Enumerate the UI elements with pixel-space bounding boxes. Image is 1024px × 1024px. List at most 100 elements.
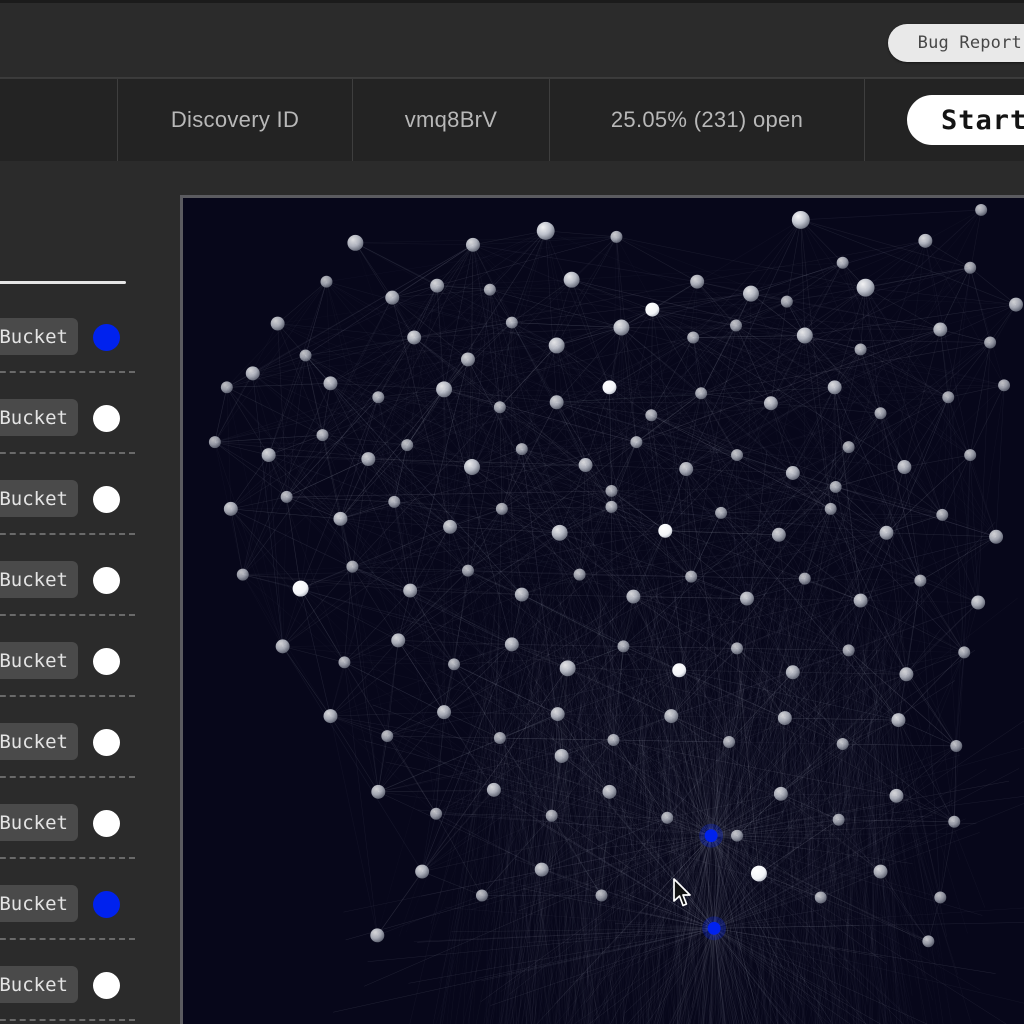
- graph-node[interactable]: [415, 864, 430, 879]
- graph-node[interactable]: [407, 330, 422, 345]
- graph-node[interactable]: [536, 221, 555, 240]
- graph-node[interactable]: [664, 709, 679, 724]
- network-graph[interactable]: [183, 198, 1024, 1024]
- graph-node[interactable]: [743, 285, 759, 302]
- graph-node[interactable]: [437, 705, 452, 720]
- graph-node[interactable]: [934, 891, 947, 904]
- graph-node[interactable]: [320, 275, 333, 288]
- bucket-row[interactable]: Bucket: [0, 382, 152, 463]
- graph-node[interactable]: [292, 580, 309, 597]
- graph-node[interactable]: [333, 511, 348, 526]
- graph-node[interactable]: [504, 637, 519, 652]
- graph-node-selected[interactable]: [707, 921, 721, 935]
- graph-node[interactable]: [261, 448, 276, 463]
- graph-node[interactable]: [897, 460, 912, 474]
- graph-node[interactable]: [493, 401, 506, 414]
- graph-node[interactable]: [346, 560, 359, 573]
- graph-node[interactable]: [436, 381, 453, 398]
- graph-node[interactable]: [814, 891, 827, 904]
- graph-node[interactable]: [462, 564, 474, 577]
- graph-node[interactable]: [602, 784, 617, 799]
- graph-node[interactable]: [548, 337, 565, 354]
- graph-node[interactable]: [486, 782, 501, 797]
- graph-node[interactable]: [842, 644, 855, 657]
- graph-node[interactable]: [661, 811, 674, 824]
- graph-node[interactable]: [827, 380, 842, 395]
- graph-node[interactable]: [918, 233, 933, 248]
- graph-node[interactable]: [771, 527, 786, 542]
- graph-node[interactable]: [385, 290, 400, 305]
- graph-node[interactable]: [605, 500, 618, 513]
- graph-node[interactable]: [323, 709, 338, 724]
- graph-node[interactable]: [316, 429, 329, 442]
- graph-node[interactable]: [401, 439, 414, 452]
- graph-node[interactable]: [626, 589, 641, 604]
- bucket-color-dot[interactable]: [93, 810, 120, 837]
- graph-node[interactable]: [610, 230, 623, 243]
- graph-node[interactable]: [551, 524, 568, 541]
- graph-node[interactable]: [971, 595, 986, 610]
- graph-node[interactable]: [275, 639, 290, 654]
- graph-node[interactable]: [372, 391, 385, 404]
- graph-node[interactable]: [514, 587, 529, 602]
- graph-node[interactable]: [672, 663, 687, 678]
- graph-node[interactable]: [465, 237, 480, 252]
- graph-node[interactable]: [958, 646, 971, 659]
- graph-node[interactable]: [832, 813, 845, 826]
- graph-node-selected[interactable]: [704, 829, 718, 843]
- graph-node[interactable]: [545, 809, 558, 822]
- graph-node[interactable]: [874, 407, 887, 420]
- graph-node[interactable]: [430, 278, 445, 293]
- bucket-row[interactable]: Bucket: [0, 301, 152, 382]
- graph-node[interactable]: [879, 525, 894, 540]
- graph-node[interactable]: [617, 640, 630, 653]
- bucket-color-dot[interactable]: [93, 567, 120, 594]
- graph-node[interactable]: [299, 349, 312, 362]
- graph-node[interactable]: [573, 568, 586, 581]
- graph-node[interactable]: [687, 331, 700, 344]
- graph-node[interactable]: [595, 889, 608, 902]
- graph-node[interactable]: [463, 459, 480, 475]
- graph-node[interactable]: [899, 667, 914, 682]
- graph-node[interactable]: [723, 736, 736, 749]
- graph-node[interactable]: [475, 889, 488, 902]
- graph-node[interactable]: [607, 734, 620, 747]
- graph-node[interactable]: [824, 502, 837, 515]
- graph-node[interactable]: [975, 203, 988, 216]
- bucket-row[interactable]: Bucket: [0, 706, 152, 787]
- graph-node[interactable]: [370, 928, 385, 943]
- graph-node[interactable]: [605, 484, 618, 497]
- graph-node[interactable]: [381, 730, 394, 743]
- graph-node[interactable]: [515, 443, 528, 456]
- bucket-color-dot[interactable]: [93, 891, 120, 918]
- graph-node[interactable]: [950, 740, 963, 752]
- graph-node[interactable]: [679, 462, 694, 476]
- graph-node[interactable]: [856, 278, 875, 297]
- graph-node[interactable]: [730, 319, 743, 332]
- graph-node[interactable]: [914, 574, 927, 587]
- graph-node[interactable]: [829, 480, 842, 493]
- graph-node[interactable]: [873, 864, 888, 879]
- graph-node[interactable]: [493, 732, 506, 745]
- graph-node[interactable]: [750, 865, 767, 882]
- graph-node[interactable]: [933, 322, 948, 337]
- graph-node[interactable]: [763, 396, 778, 411]
- graph-node[interactable]: [578, 458, 593, 473]
- graph-canvas[interactable]: [180, 195, 1024, 1024]
- graph-node[interactable]: [936, 508, 949, 521]
- graph-node[interactable]: [740, 591, 754, 606]
- graph-node[interactable]: [989, 529, 1004, 544]
- graph-node[interactable]: [388, 495, 401, 508]
- graph-node[interactable]: [690, 274, 705, 289]
- graph-node[interactable]: [964, 449, 977, 462]
- graph-node[interactable]: [554, 748, 569, 763]
- bucket-row[interactable]: Bucket: [0, 949, 152, 1024]
- bucket-row[interactable]: Bucket: [0, 544, 152, 625]
- graph-node[interactable]: [984, 336, 997, 349]
- graph-node[interactable]: [361, 452, 376, 467]
- graph-node[interactable]: [549, 395, 564, 410]
- graph-node[interactable]: [853, 593, 868, 608]
- graph-node[interactable]: [796, 327, 813, 344]
- graph-node[interactable]: [323, 376, 338, 391]
- graph-node[interactable]: [534, 862, 549, 877]
